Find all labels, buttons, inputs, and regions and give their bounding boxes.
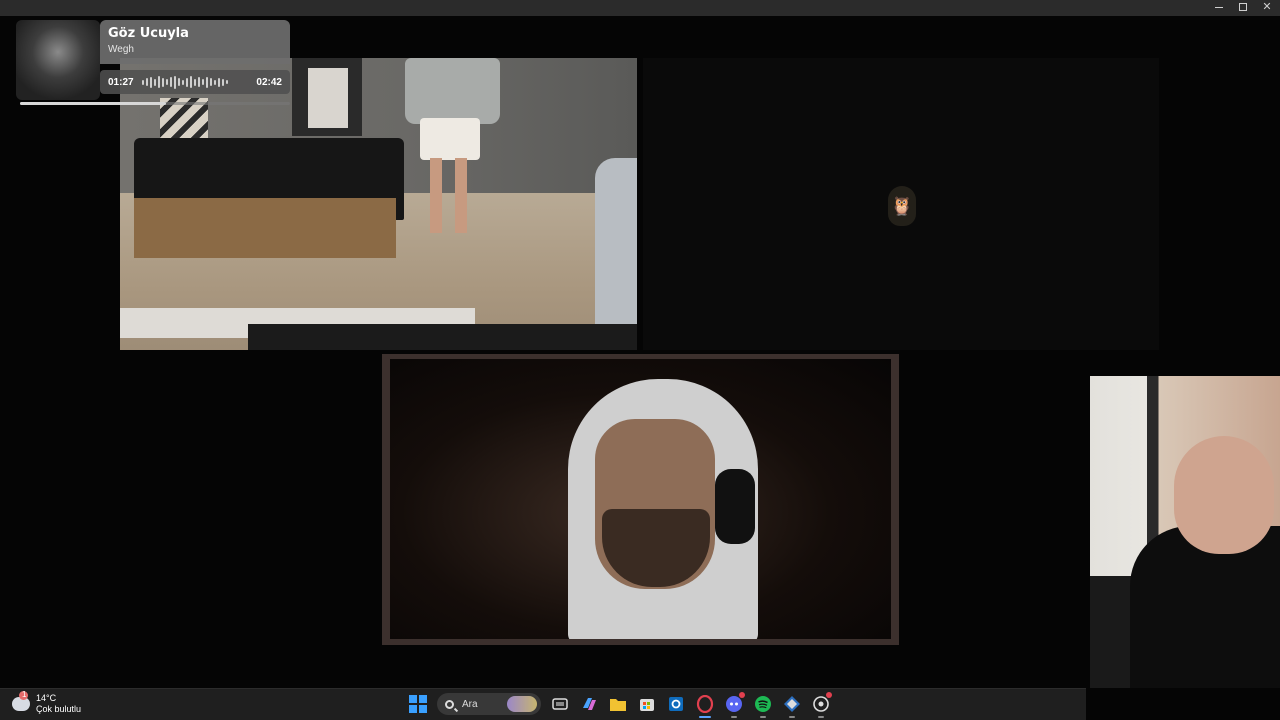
taskbar-apps: Ara xyxy=(408,692,832,718)
notification-badge xyxy=(739,692,745,698)
gaming-chair xyxy=(595,158,637,348)
waveform-bar xyxy=(197,77,200,87)
bed-frame xyxy=(134,198,396,258)
task-view-icon xyxy=(552,698,568,710)
maximize-button[interactable] xyxy=(1238,2,1248,12)
weather-badge: 1 xyxy=(22,690,27,699)
waveform-bar xyxy=(149,76,152,88)
music-widget[interactable]: Göz Ucuyla Wegh 01:27 02:42 xyxy=(16,20,290,105)
file-explorer-button[interactable] xyxy=(608,693,628,715)
waveform-bar xyxy=(185,77,188,87)
player-bar: 01:27 02:42 xyxy=(100,70,290,94)
song-card: Göz Ucuyla Wegh xyxy=(100,20,290,64)
window-controls: ✕ xyxy=(1214,1,1272,13)
progress-bar[interactable] xyxy=(20,102,290,105)
weather-text: 14°C Çok bulutlu xyxy=(36,693,81,715)
person-hoodie xyxy=(405,58,500,124)
monitor xyxy=(248,324,637,350)
active-indicator xyxy=(699,716,711,718)
search-input[interactable]: Ara xyxy=(437,693,541,715)
search-highlight-icon xyxy=(507,696,537,712)
desktop: ✕ 🦉 Göz Ucuyla Wegh 01:27 02:42 1 14°C Ç… xyxy=(0,0,1280,720)
waveform-bar xyxy=(213,79,216,85)
waveform-bar xyxy=(193,78,196,86)
task-view-button[interactable] xyxy=(550,693,570,715)
waveform-icon xyxy=(141,75,249,89)
person-leg xyxy=(455,158,467,233)
microsoft-store-button[interactable] xyxy=(637,693,657,715)
song-title: Göz Ucuyla xyxy=(108,26,189,41)
album-art-image xyxy=(16,20,100,100)
elapsed-time: 01:27 xyxy=(108,76,134,88)
copilot-icon xyxy=(583,698,596,710)
waveform-bar xyxy=(153,78,156,86)
outlook-icon xyxy=(669,697,683,711)
weather-temperature: 14°C xyxy=(36,693,57,703)
waveform-bar xyxy=(169,77,172,87)
running-indicator xyxy=(731,716,737,718)
opera-icon xyxy=(696,695,714,713)
waveform-bar xyxy=(165,79,168,85)
wall-poster xyxy=(292,58,362,136)
running-indicator xyxy=(789,716,795,718)
person-shorts xyxy=(420,118,480,160)
video-tile-main[interactable] xyxy=(382,354,899,645)
discord-button[interactable] xyxy=(724,692,745,718)
waveform-bar xyxy=(221,78,224,86)
progress-fill xyxy=(20,102,166,105)
folder-icon xyxy=(610,699,626,711)
person-leg xyxy=(430,158,442,233)
kite-app-button[interactable] xyxy=(782,693,802,718)
waveform-bar xyxy=(205,76,208,88)
close-icon: ✕ xyxy=(1262,1,1272,13)
search-placeholder: Ara xyxy=(462,698,478,710)
windows-icon xyxy=(409,695,427,713)
notification-badge xyxy=(826,692,832,698)
minimize-icon xyxy=(1215,6,1223,8)
waveform-bar xyxy=(157,76,160,88)
copilot-button[interactable] xyxy=(579,693,599,715)
waveform-bar xyxy=(189,76,192,88)
waveform-bar xyxy=(141,79,144,85)
headphones xyxy=(715,469,755,544)
maximize-icon xyxy=(1239,3,1247,11)
waveform-bar xyxy=(181,79,184,85)
waveform-bar xyxy=(177,78,180,86)
running-indicator xyxy=(818,716,824,718)
start-button[interactable] xyxy=(408,693,428,715)
opera-button[interactable] xyxy=(695,693,715,718)
waveform-bar xyxy=(217,77,220,87)
weather-widget[interactable]: 1 14°C Çok bulutlu xyxy=(12,690,81,715)
close-button[interactable]: ✕ xyxy=(1262,1,1272,13)
waveform-bar xyxy=(173,75,176,89)
taskbar: 1 14°C Çok bulutlu Ara xyxy=(0,688,1086,720)
minimize-button[interactable] xyxy=(1214,2,1224,12)
kite-icon xyxy=(784,696,800,712)
running-indicator xyxy=(760,716,766,718)
song-artist: Wegh xyxy=(108,44,134,55)
waveform-bar xyxy=(145,78,148,86)
waveform-bar xyxy=(201,79,204,85)
chatgpt-button[interactable] xyxy=(811,692,832,718)
total-duration: 02:42 xyxy=(256,76,282,88)
search-icon xyxy=(445,699,454,709)
window-titlebar: ✕ xyxy=(0,0,1280,16)
owl-icon: 🦉 xyxy=(888,186,916,226)
spotify-icon xyxy=(755,696,771,712)
person-head xyxy=(1174,436,1274,554)
video-frame xyxy=(390,359,891,639)
spotify-button[interactable] xyxy=(753,693,773,718)
video-tile-side[interactable] xyxy=(1090,376,1280,688)
outlook-button[interactable] xyxy=(666,693,686,715)
store-icon xyxy=(640,699,654,711)
cloud-icon: 1 xyxy=(12,690,30,711)
waveform-bar xyxy=(225,80,228,84)
waveform-bar xyxy=(209,78,212,86)
waveform-bar xyxy=(161,77,164,87)
weather-condition: Çok bulutlu xyxy=(36,704,82,714)
